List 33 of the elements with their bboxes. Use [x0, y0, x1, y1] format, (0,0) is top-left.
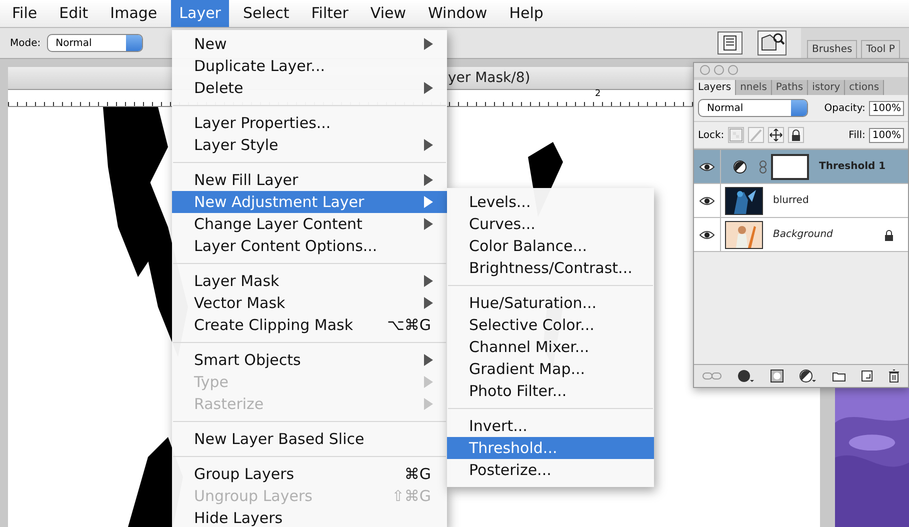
palette-tab[interactable]: Tool P: [861, 40, 900, 58]
panel-tab[interactable]: nnels: [736, 80, 772, 95]
fill-label: Fill:: [848, 130, 866, 140]
menu-item[interactable]: New: [172, 33, 447, 55]
menu-bar-item[interactable]: Window: [420, 0, 496, 27]
menu-bar-item[interactable]: Layer: [171, 0, 229, 27]
menu-bar-item[interactable]: Edit: [51, 0, 96, 27]
menu-bar-item[interactable]: Select: [234, 0, 298, 27]
layer-name: Threshold 1: [819, 161, 887, 172]
mode-label: Mode:: [10, 38, 41, 48]
trash-icon[interactable]: [888, 369, 900, 383]
menu-bar-item[interactable]: Filter: [303, 0, 356, 27]
new-layer-icon[interactable]: [861, 370, 874, 382]
opacity-label: Opacity:: [824, 102, 866, 114]
menu-bar-item[interactable]: Help: [501, 0, 552, 27]
file-browser-icon[interactable]: [757, 30, 787, 56]
mode-select[interactable]: Normal: [46, 34, 143, 52]
panel-tab[interactable]: Layers: [694, 80, 736, 95]
panel-tab[interactable]: istory: [808, 80, 846, 95]
menu-bar-item[interactable]: View: [362, 0, 414, 27]
palette-tab[interactable]: Brushes: [807, 40, 858, 58]
menu-bar-item[interactable]: File: [4, 0, 46, 27]
fill-field[interactable]: 100%: [869, 128, 904, 142]
panel-tab[interactable]: Paths: [772, 80, 808, 95]
panel-tab[interactable]: ctions: [845, 80, 884, 95]
document-title: yer Mask/8): [448, 70, 530, 86]
menu-item[interactable]: Duplicate Layer...: [172, 55, 447, 77]
opacity-field[interactable]: 100%: [869, 100, 904, 116]
menu-bar-item[interactable]: Image: [102, 0, 166, 27]
ruler-label: 2: [595, 89, 601, 99]
folder-icon[interactable]: [832, 370, 846, 382]
palette-icon[interactable]: [717, 31, 743, 55]
menu-item[interactable]: Delete: [172, 77, 447, 99]
